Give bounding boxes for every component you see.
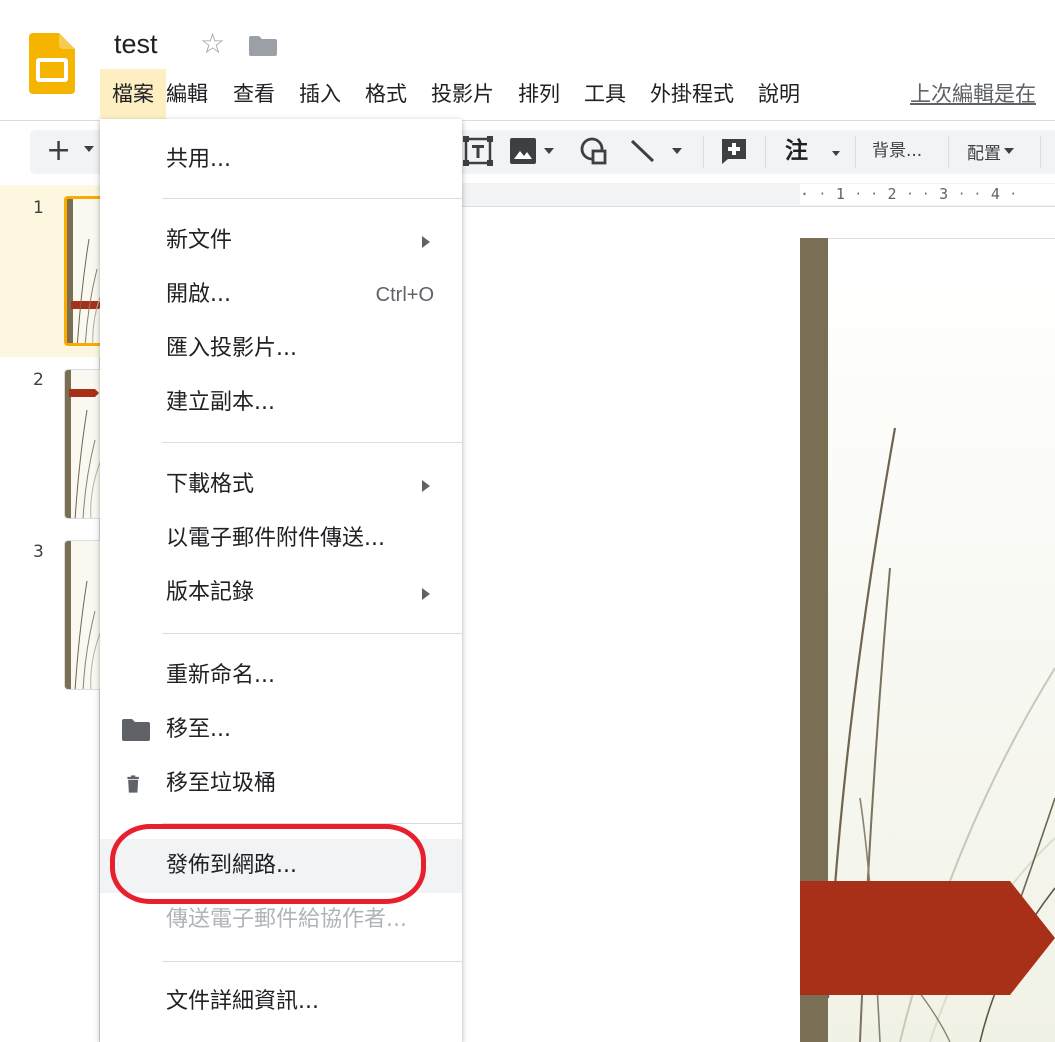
menu-item-label: 移至垃圾桶 xyxy=(166,771,277,796)
menu-item-move-to-trash[interactable]: 移至垃圾桶 xyxy=(100,757,462,811)
menu-addons[interactable]: 外掛程式 xyxy=(638,69,746,119)
menu-separator xyxy=(162,442,462,443)
menu-file[interactable]: 檔案 xyxy=(100,69,166,119)
submenu-arrow-icon xyxy=(422,480,430,492)
menu-separator xyxy=(162,961,462,962)
menu-item-rename[interactable]: 重新命名... xyxy=(100,649,462,703)
toolbar-separator xyxy=(855,136,856,168)
menu-item-label: 匯入投影片... xyxy=(166,336,297,361)
line-button[interactable] xyxy=(628,136,682,166)
slide-editor[interactable] xyxy=(800,238,1055,1042)
new-slide-dropdown-icon[interactable] xyxy=(84,146,94,152)
menu-edit[interactable]: 編輯 xyxy=(166,69,221,119)
new-comment-icon xyxy=(722,139,746,164)
slide-number: 2 xyxy=(33,370,44,390)
text-box-icon xyxy=(463,136,493,166)
slide-thumbnail-art xyxy=(65,541,102,689)
menu-item-label: 以電子郵件附件傳送... xyxy=(166,526,385,551)
folder-icon xyxy=(122,719,150,741)
menu-item-label: 版本記錄 xyxy=(166,580,255,605)
document-title[interactable]: test xyxy=(114,29,158,60)
submenu-arrow-icon xyxy=(422,236,430,248)
menubar: 檔案 編輯 查看 插入 格式 投影片 排列 工具 外掛程式 說明 xyxy=(100,69,812,119)
comment-dropdown-icon[interactable] xyxy=(832,151,840,156)
menu-item-shortcut: Ctrl+O xyxy=(375,284,434,306)
menu-slide[interactable]: 投影片 xyxy=(419,69,506,119)
slide-thumbnail-1[interactable] xyxy=(64,196,104,346)
star-icon[interactable]: ☆ xyxy=(200,30,225,58)
menu-format[interactable]: 格式 xyxy=(353,69,419,119)
annotation-highlight-circle xyxy=(110,824,426,904)
last-edit-link[interactable]: 上次編輯是在 xyxy=(910,69,1036,119)
new-slide-button[interactable]: + xyxy=(46,131,71,171)
slide-number: 1 xyxy=(33,198,44,218)
slide-thumbnail-art xyxy=(65,370,102,518)
image-dropdown-icon xyxy=(544,148,554,154)
image-button[interactable] xyxy=(509,136,554,166)
menu-item-label: 新文件 xyxy=(166,228,233,253)
menu-insert[interactable]: 插入 xyxy=(287,69,353,119)
menu-item-import-slides[interactable]: 匯入投影片... xyxy=(100,322,462,376)
toolbar-separator xyxy=(765,136,766,168)
menu-tools[interactable]: 工具 xyxy=(572,69,638,119)
menu-item-label: 移至... xyxy=(166,717,231,742)
text-box-button[interactable] xyxy=(463,136,493,166)
menu-item-label: 開啟... xyxy=(166,282,231,307)
menu-item-label: 下載格式 xyxy=(166,472,255,497)
menu-item-label: 共用... xyxy=(166,147,231,172)
menu-item-label: 重新命名... xyxy=(166,663,275,688)
menu-separator xyxy=(162,633,462,634)
comment-mode-button[interactable]: 注 xyxy=(785,136,808,166)
menu-item-download-as[interactable]: 下載格式 xyxy=(100,458,462,512)
menu-item-document-details[interactable]: 文件詳細資訊... xyxy=(100,975,462,1029)
toolbar-separator xyxy=(948,136,949,168)
menu-item-share[interactable]: 共用... xyxy=(100,133,462,187)
menu-separator xyxy=(162,198,462,199)
folder-icon[interactable] xyxy=(249,36,277,56)
menu-item-open[interactable]: 開啟... Ctrl+O xyxy=(100,268,462,322)
menu-item-version-history[interactable]: 版本記錄 xyxy=(100,566,462,620)
toolbar-separator xyxy=(1040,136,1041,168)
layout-label: 配置 xyxy=(967,143,1001,164)
menu-help[interactable]: 說明 xyxy=(746,69,812,119)
slide-thumbnail-2[interactable] xyxy=(64,369,104,519)
menu-item-email-attachment[interactable]: 以電子郵件附件傳送... xyxy=(100,512,462,566)
slide-number: 3 xyxy=(33,542,44,562)
menu-view[interactable]: 查看 xyxy=(221,69,287,119)
menu-item-label: 建立副本... xyxy=(166,390,275,415)
slide-thumbnail-art xyxy=(67,199,101,343)
trash-icon xyxy=(127,775,139,793)
slide-thumbnail-3[interactable] xyxy=(64,540,104,690)
slides-logo-icon[interactable] xyxy=(29,33,75,94)
background-button[interactable]: 背景... xyxy=(872,136,922,166)
line-dropdown-icon xyxy=(672,148,682,154)
layout-dropdown-icon xyxy=(1004,148,1014,154)
menu-item-make-copy[interactable]: 建立副本... xyxy=(100,376,462,430)
menu-item-move-to[interactable]: 移至... xyxy=(100,703,462,757)
new-comment-button[interactable] xyxy=(720,136,748,166)
title-banner[interactable] xyxy=(800,881,1055,995)
layout-button[interactable]: 配置 xyxy=(967,136,1014,166)
toolbar-separator xyxy=(703,136,704,168)
image-icon xyxy=(510,138,536,164)
menu-item-new[interactable]: 新文件 xyxy=(100,214,462,268)
ruler-ticks: · ‧ 1 ‧ ‧ 2 ‧ ‧ 3 ‧ ‧ 4 ‧ xyxy=(800,185,1017,203)
shape-button[interactable] xyxy=(578,136,608,166)
submenu-arrow-icon xyxy=(422,588,430,600)
menu-arrange[interactable]: 排列 xyxy=(506,69,572,119)
line-icon xyxy=(630,139,655,163)
shape-icon xyxy=(580,137,607,165)
menu-item-label: 文件詳細資訊... xyxy=(166,989,319,1014)
